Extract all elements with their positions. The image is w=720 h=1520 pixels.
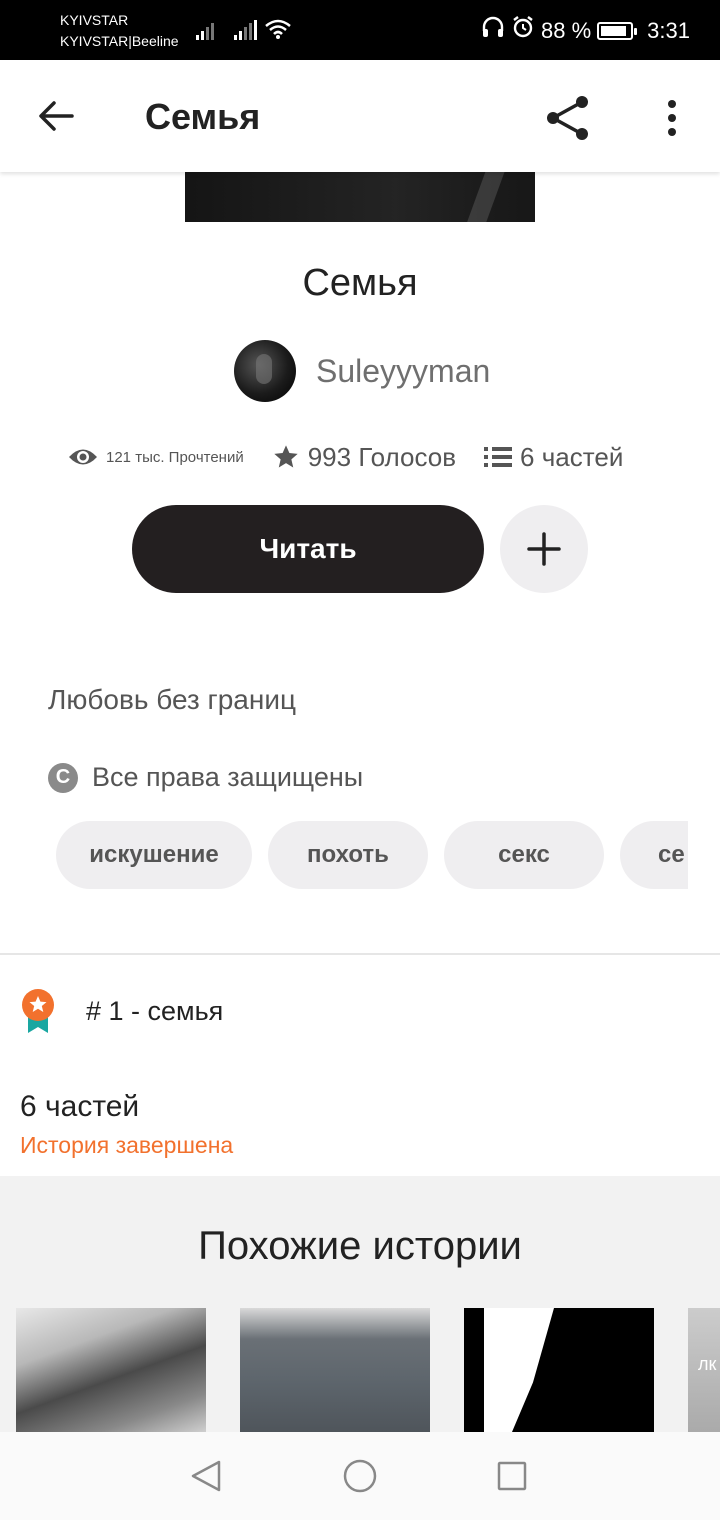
eye-icon [69,449,97,465]
similar-stories-section: Похожие истории лк [0,1176,720,1432]
carrier-primary: KYIVSTAR [60,12,129,28]
tag-chip[interactable]: секс [444,821,604,889]
votes-stat: 993 Голосов [272,442,456,473]
similar-story-cover[interactable] [16,1308,206,1432]
app-bar-title: Семья [145,96,261,137]
share-button[interactable] [540,90,596,146]
votes-count: 993 Голосов [307,441,457,472]
back-button[interactable] [32,92,80,140]
tag-chip[interactable]: похоть [268,821,428,889]
square-recents-icon [497,1461,527,1491]
author-avatar [234,340,296,402]
tag-chip[interactable]: искушение [56,821,252,889]
nav-home-button[interactable] [340,1456,380,1496]
copyright-icon: C [48,762,78,793]
tag-chip[interactable]: се [620,821,688,889]
copyright-info: C Все права защищены [48,762,363,793]
star-icon [274,445,298,468]
similar-story-cover[interactable]: лк [688,1308,720,1432]
share-icon [547,96,588,140]
clock: 3:31 [647,18,690,43]
signal-roaming-icon [234,18,257,40]
circle-home-icon [343,1459,377,1493]
similar-story-cover[interactable] [240,1308,430,1432]
status-bar: KYIVSTAR KYIVSTAR|Beeline 88 % 3:31 [0,0,720,60]
signal-icon [196,18,214,40]
arrow-left-icon [39,101,74,131]
story-status: История завершена [20,1132,234,1158]
alarm-icon [511,15,535,47]
battery-fill [601,26,626,36]
plus-icon [527,532,561,566]
parts-stat: 6 частей [484,442,623,473]
similar-story-cover[interactable] [464,1308,654,1432]
copyright-text: Все права защищены [92,762,364,792]
ribbon-award-icon [22,989,54,1033]
story-stats: 121 тыс. Прочтений 993 Голосов 6 частей [68,436,668,478]
list-icon [484,447,513,467]
author-name: Suleyyyman [316,352,491,389]
battery-percent: 88 % [541,18,592,43]
more-vertical-icon [668,100,676,136]
similar-stories-list: лк [16,1308,720,1432]
nav-recents-button[interactable] [492,1456,532,1496]
add-to-library-button[interactable] [500,505,588,593]
section-divider [0,953,720,955]
ranking-text: # 1 - семья [86,995,224,1026]
story-cover-image [185,172,535,222]
similar-cover-partial-text: лк [698,1354,717,1374]
read-button[interactable]: Читать [132,505,484,593]
story-description: Любовь без границ [48,684,297,715]
story-title: Семья [302,262,418,304]
views-stat: 121 тыс. Прочтений [68,446,244,468]
triangle-back-icon [191,1460,221,1492]
similar-stories-title: Похожие истории [198,1224,522,1268]
nav-back-button[interactable] [186,1456,226,1496]
views-count: 121 тыс. Прочтений [106,448,244,466]
app-bar: Семья [0,60,720,172]
parts-count-stat: 6 частей [520,441,624,472]
wifi-icon [264,18,292,45]
tag-list: искушение похоть секс се [56,821,688,891]
battery-icon [597,22,638,40]
more-options-button[interactable] [648,90,696,146]
carrier-secondary: KYIVSTAR|Beeline [60,33,179,49]
author-link[interactable]: Suleyyyman [234,340,490,402]
parts-count[interactable]: 6 частей [20,1090,139,1124]
system-navigation-bar [0,1432,720,1520]
ranking-badge[interactable]: # 1 - семья [20,988,223,1034]
headphones-icon [481,15,505,47]
